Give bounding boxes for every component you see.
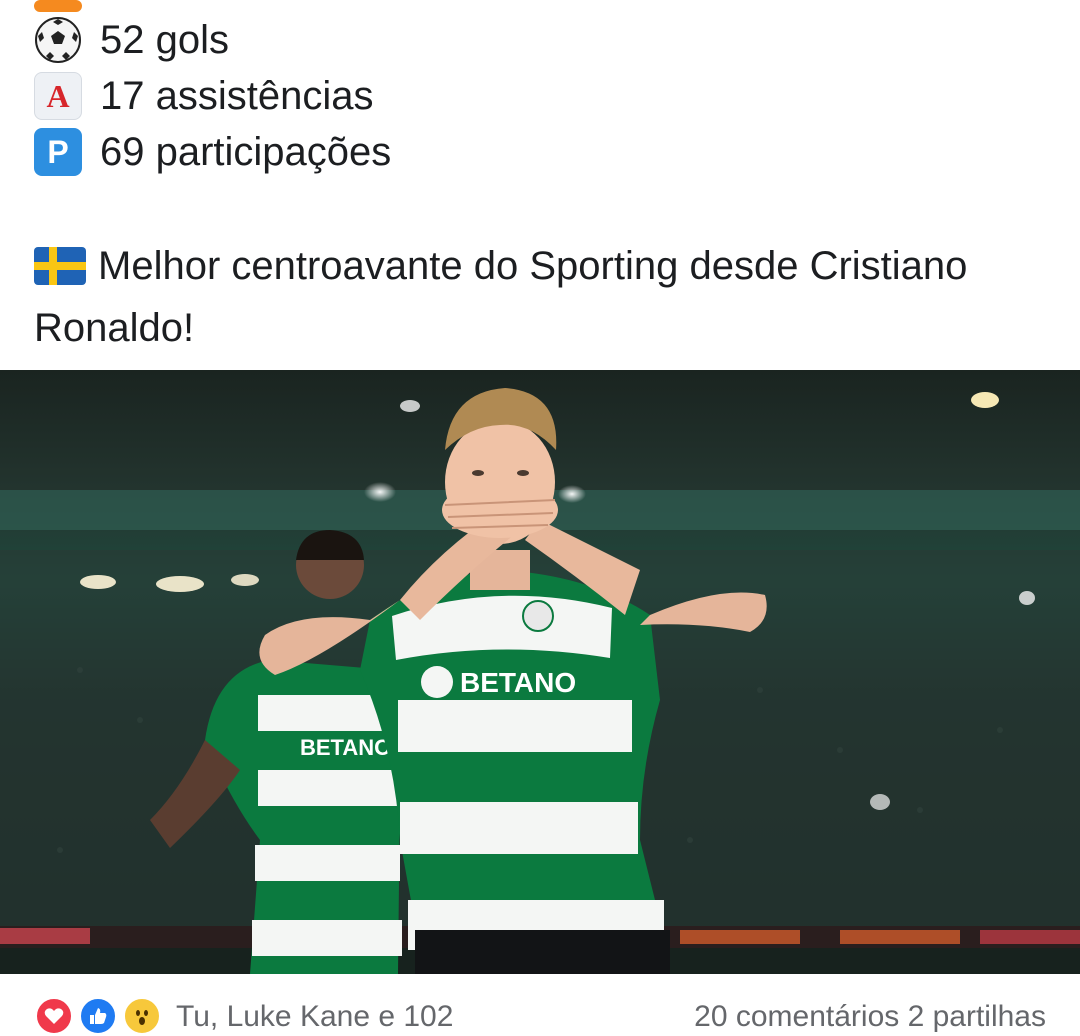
orange-square-icon: [34, 0, 82, 12]
comment-share-counts[interactable]: 20 comentários 2 partilhas: [694, 1000, 1046, 1034]
stat-line-participations: P 69 participações: [34, 128, 391, 176]
post-text: 52 gols A 17 assistências P 69 participa…: [0, 0, 1080, 370]
letter-p-icon: P: [34, 128, 82, 176]
sweden-flag-icon: [34, 244, 86, 300]
reactions-bar[interactable]: Tu, Luke Kane e 102 20 comentários 2 par…: [0, 974, 1080, 1036]
post-photo[interactable]: BETANO BETANO: [0, 370, 1080, 974]
main-sponsor-text: BETANO: [460, 667, 576, 698]
love-reaction-icon[interactable]: [34, 996, 74, 1036]
stat-participations-text: 69 participações: [100, 130, 392, 174]
letter-a-icon: A: [34, 72, 82, 120]
like-reaction-icon[interactable]: [78, 996, 118, 1036]
headline-text: Melhor centroavante do Sporting desde Cr…: [34, 244, 968, 350]
stat-assists-text: 17 assistências: [100, 74, 374, 118]
reaction-names[interactable]: Tu, Luke Kane e 102: [176, 1000, 453, 1034]
soccer-ball-icon: [34, 16, 82, 64]
stat-goals-text: 52 gols: [100, 18, 229, 62]
post-headline: Melhor centroavante do Sporting desde Cr…: [34, 238, 1034, 356]
stat-line-games: [34, 0, 100, 12]
stat-line-assists: A 17 assistências: [34, 72, 373, 120]
wow-reaction-icon[interactable]: [122, 996, 162, 1036]
secondary-sponsor-text: BETANO: [300, 735, 391, 760]
stat-line-goals: 52 gols: [34, 16, 229, 64]
